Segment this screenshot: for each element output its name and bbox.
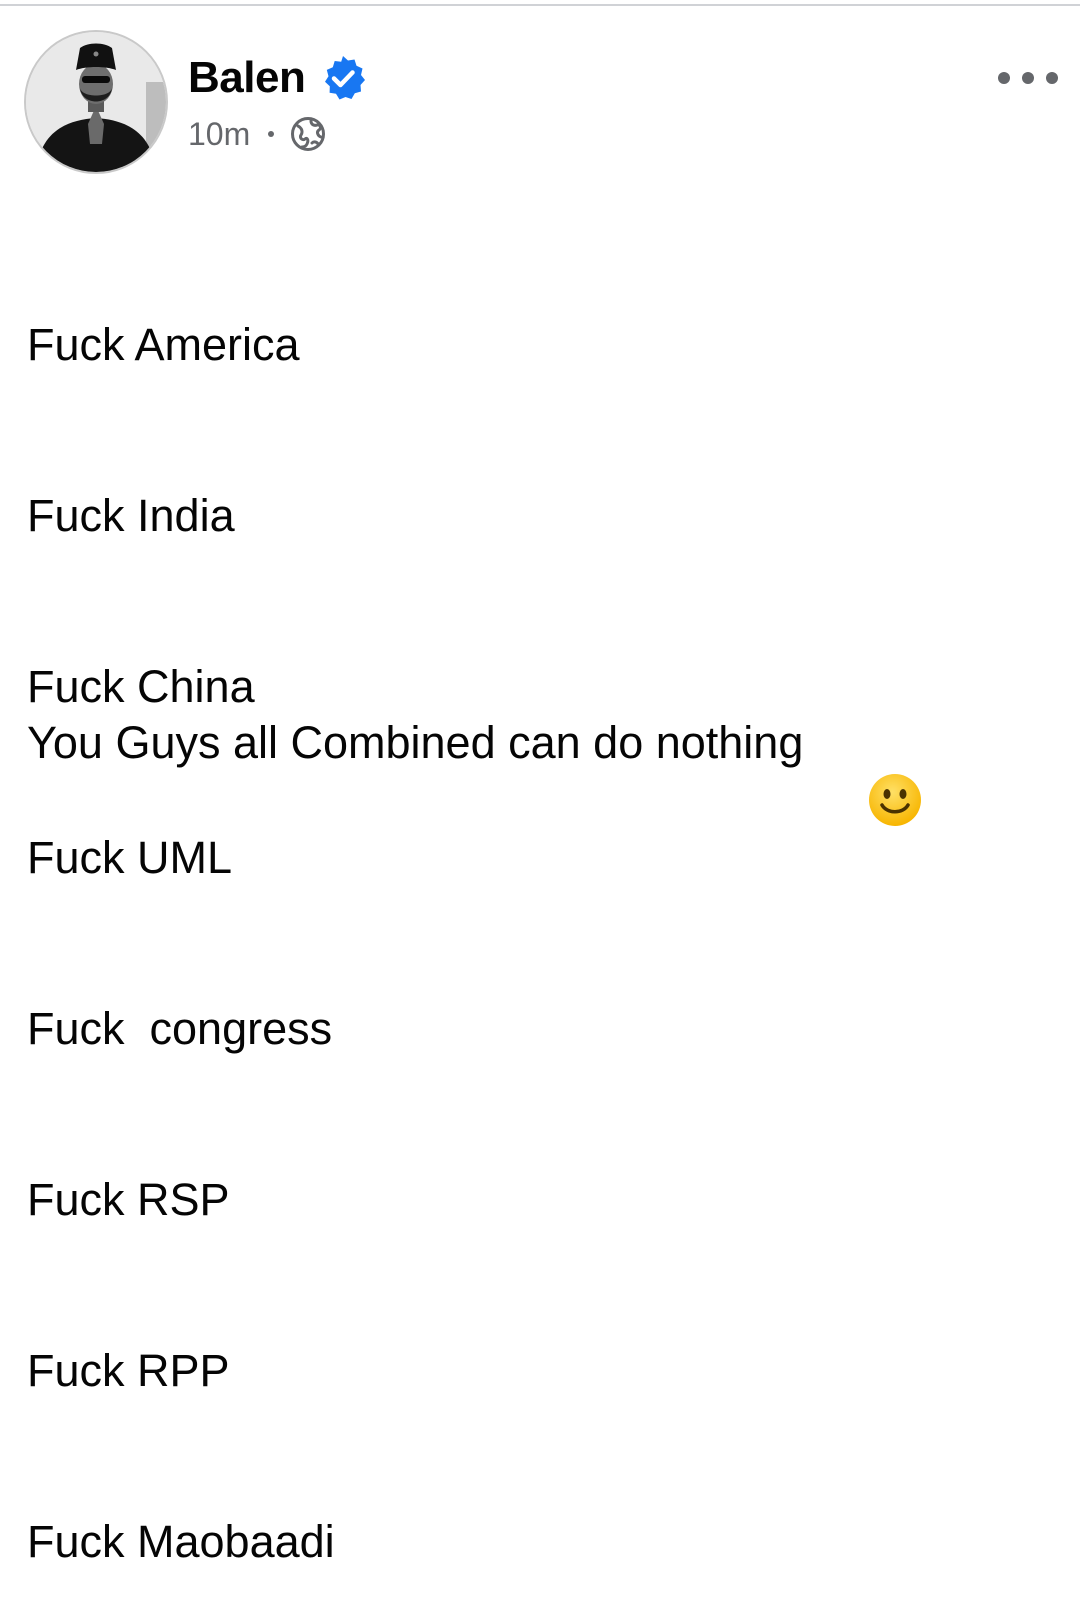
author-name[interactable]: Balen [188,52,306,104]
post-line: Fuck Maobaadi [27,1516,335,1567]
more-options-icon [1022,72,1034,84]
top-divider [0,4,1080,6]
post-line: Fuck China [27,661,255,712]
more-options-icon [1046,72,1058,84]
author-row: Balen [188,52,367,104]
post-line: Fuck congress [27,1003,333,1054]
more-options-button[interactable] [998,58,1058,98]
post-line: Fuck RPP [27,1345,230,1396]
more-options-icon [998,72,1010,84]
post-line: Fuck India [27,490,235,541]
slightly-smiling-face-icon [817,715,922,826]
post-line: Fuck RSP [27,1174,230,1225]
globe-icon[interactable] [290,116,326,152]
verified-badge-icon [319,54,367,102]
separator-dot [268,131,275,137]
post-timestamp[interactable]: 10m [188,114,250,154]
post-header: Balen 10m [24,30,1064,176]
post-line: Fuck America [27,319,300,370]
profile-photo-icon [26,32,166,172]
post-line: Fuck UML [27,832,233,883]
post-meta: 10m [188,114,326,154]
closing-text: You Guys all Combined can do nothing [27,717,804,768]
avatar[interactable] [24,30,168,174]
post-closing-line: You Guys all Combined can do nothing [27,714,922,826]
post-text: Fuck America Fuck India Fuck China Fuck … [27,202,1057,1606]
